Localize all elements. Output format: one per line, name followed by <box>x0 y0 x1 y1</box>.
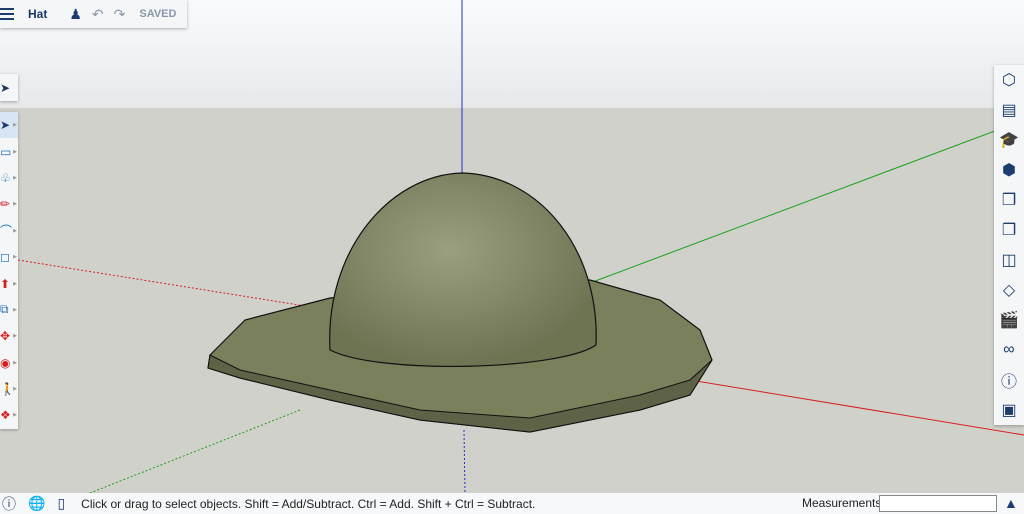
camera-icon: ➤ <box>0 80 11 95</box>
cube-icon: ◫ <box>1001 252 1017 269</box>
x-axis <box>689 379 1024 436</box>
undo-icon[interactable]: ↶ <box>92 6 104 23</box>
model-scene[interactable] <box>0 0 1024 493</box>
pencil-tool[interactable]: ✏ ▶ <box>0 191 18 217</box>
tag-icon: ◇ <box>1002 282 1016 299</box>
rectangle-icon: ◻ <box>0 250 10 265</box>
views-button[interactable]: ➤ <box>0 74 18 101</box>
measurements-label: Measurements <box>802 496 882 510</box>
z-axis-negative <box>463 429 466 493</box>
model-title[interactable]: Hat <box>28 7 47 21</box>
menu-icon[interactable] <box>0 8 14 20</box>
display-button[interactable]: ∞ <box>994 335 1024 365</box>
arrow-icon: ➤ <box>0 118 11 133</box>
instructor-button[interactable]: 🎓 <box>994 125 1024 155</box>
eraser-tool[interactable]: ▭ ▶ <box>0 138 18 164</box>
left-toolbar: ➤ ▶ ▭ ▶ ♧ ▶ ✏ ▶ ⌒ ▶ ◻ ▶ ⬆ ▶ ⧉ ▶ ✥ ▶ ◉ ▶ 🚶 ▶ ❖ ▶ <box>0 112 18 429</box>
globe-icon[interactable]: 🌐 <box>28 495 45 512</box>
mouse-icon: ▯ <box>57 495 66 511</box>
status-bar: ⓘ 🌐 ▯ Click or drag to select objects. S… <box>0 493 1024 514</box>
arc-icon: ⌒ <box>0 224 13 239</box>
push-pull-tool[interactable]: ⬆ ▶ <box>0 270 18 296</box>
x-axis-negative <box>17 259 331 311</box>
graduation-cap-icon: 🎓 <box>999 132 1019 149</box>
offset-tool[interactable]: ⧉ ▶ <box>0 297 18 323</box>
help-icon[interactable]: ⓘ <box>2 494 16 514</box>
orbit-icon: ◉ <box>0 355 11 370</box>
glasses-icon: ∞ <box>1003 341 1015 358</box>
arc-tool[interactable]: ⌒ ▶ <box>0 218 18 244</box>
y-axis <box>589 119 1024 284</box>
scenes-button[interactable]: 🎬 <box>994 305 1024 335</box>
search-icon: ⬡ <box>1002 72 1016 89</box>
warehouse-icon: ▣ <box>1001 402 1017 419</box>
styles-button[interactable]: ❐ <box>994 215 1024 245</box>
measurements-input[interactable] <box>879 495 997 512</box>
rectangle-tool[interactable]: ◻ ▶ <box>0 244 18 270</box>
section-plane-icon: ❖ <box>0 408 11 423</box>
section-plane-tool[interactable]: ❖ ▶ <box>0 402 18 428</box>
move-tool[interactable]: ✥ ▶ <box>0 323 18 349</box>
right-panel-toolbar: ⬡ ▤ 🎓 ⬢ ❒ ❐ ◫ ◇ 🎬 ∞ ⓘ ▣ <box>994 65 1024 425</box>
redo-icon[interactable]: ↷ <box>114 6 126 23</box>
push-pull-icon: ⬆ <box>0 276 11 291</box>
save-status: SAVED <box>139 8 177 20</box>
share-user-icon[interactable]: ♟ <box>69 6 82 23</box>
y-axis-negative <box>89 409 301 493</box>
outliner-button[interactable]: ▤ <box>994 95 1024 125</box>
components-icon: ⬢ <box>1002 162 1016 179</box>
eraser-icon: ▭ <box>0 144 12 159</box>
top-toolbar: Hat ♟ ↶ ↷ SAVED <box>0 0 187 28</box>
3d-viewport[interactable] <box>0 0 1024 493</box>
tags-button[interactable]: ◇ <box>994 275 1024 305</box>
sketchup-logo-icon: ▲ <box>1004 495 1018 511</box>
pencil-icon: ✏ <box>0 197 11 212</box>
paint-bucket-icon: ♧ <box>0 170 11 185</box>
walk-tool[interactable]: 🚶 ▶ <box>0 376 18 402</box>
materials-button[interactable]: ❒ <box>994 185 1024 215</box>
select-tool[interactable]: ➤ ▶ <box>0 112 18 139</box>
clapperboard-icon: 🎬 <box>999 312 1019 329</box>
status-message: Click or drag to select objects. Shift =… <box>81 496 536 511</box>
move-icon: ✥ <box>0 329 11 344</box>
outliner-icon: ▤ <box>1001 102 1017 119</box>
search-panel-button[interactable]: ⬡ <box>994 65 1024 95</box>
info-icon: ⓘ <box>1000 374 1017 391</box>
orbit-tool[interactable]: ◉ ▶ <box>0 350 18 376</box>
info-button[interactable]: ⓘ <box>994 365 1024 395</box>
offset-icon: ⧉ <box>0 302 9 317</box>
cubes-icon: ❒ <box>1001 192 1017 209</box>
hat-crown <box>329 172 597 368</box>
components-button[interactable]: ⬢ <box>994 155 1024 185</box>
styles-cube-icon: ❐ <box>1001 222 1017 239</box>
extension-warehouse-button[interactable]: ▣ <box>994 395 1024 425</box>
entity-info-button[interactable]: ◫ <box>994 245 1024 275</box>
paint-bucket-tool[interactable]: ♧ ▶ <box>0 165 18 191</box>
